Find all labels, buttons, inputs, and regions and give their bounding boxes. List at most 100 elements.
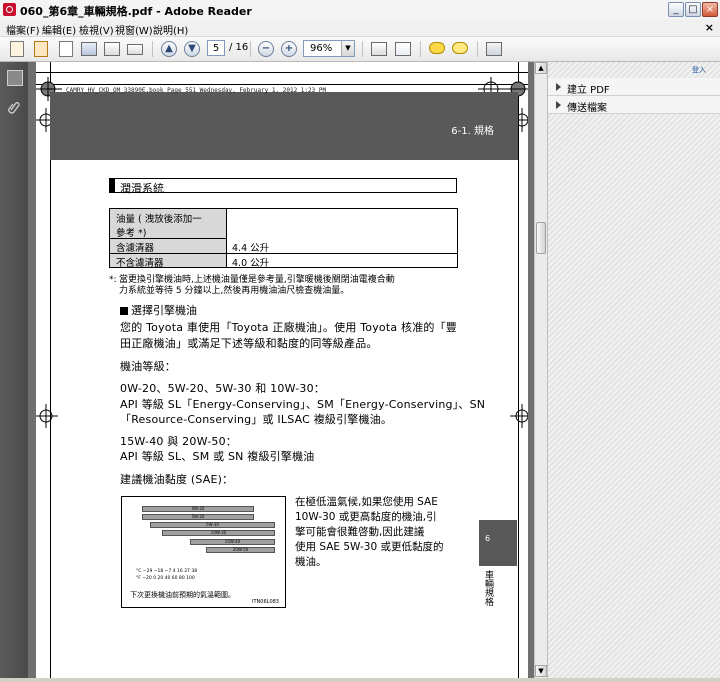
page-number-input[interactable]: 5 (207, 40, 225, 56)
window-title: 060_第6章_車輛規格.pdf - Adobe Reader (20, 5, 252, 18)
chart-caption: 下次更換機油前預期的氣溫範圍。 (130, 591, 235, 599)
menu-help[interactable]: 說明(H) (153, 22, 188, 37)
viscosity-bar: 10W-30 (162, 530, 275, 536)
read-mode-icon[interactable] (485, 40, 503, 58)
viscosity-bar: 0W-20 (142, 506, 254, 512)
scroll-down-icon[interactable]: ▼ (535, 665, 547, 677)
table-rule (110, 238, 226, 239)
note-marker: *: (109, 275, 117, 285)
toolbar-separator (250, 41, 251, 57)
next-page-icon[interactable]: ▼ (183, 40, 201, 58)
expand-arrow-icon (556, 101, 561, 109)
scroll-up-icon[interactable]: ▲ (535, 62, 547, 74)
menu-file[interactable]: 檔案(F) (6, 22, 40, 37)
note-line: 力系統並等待 5 分鐘以上,然後再用機油油尺檢查機油量。 (119, 286, 350, 296)
body-text-line: API 等級 SL、SM 或 SN 複級引擎機油 (120, 450, 315, 463)
save-icon[interactable] (80, 40, 98, 58)
side-text-line: 10W-30 或更高黏度的機油,引 (295, 511, 437, 523)
fit-width-icon[interactable] (394, 40, 412, 58)
document-area: 6-1. 規格 CAMRY_HV_CKD_OM_33890E.book Page… (28, 62, 534, 678)
zoom-out-icon[interactable]: − (257, 40, 275, 58)
oil-capacity-label: 油量 ( 洩放後添加一 (116, 214, 202, 225)
toolbar: ▲ ▼ − + 工具 簽署 注释 (0, 37, 720, 95)
oil-capacity-table: 油量 ( 洩放後添加一 參考 *) 含濾清器 4.4 公升 不含濾清器 4.0 … (109, 208, 458, 269)
close-document-icon[interactable]: × (705, 21, 714, 34)
zoom-value: 96% (310, 43, 333, 54)
section-title: 潤滑系統 (120, 182, 164, 195)
chapter-label: 車輛規格 (483, 570, 493, 606)
body-text-line: 您的 Toyota 車使用「Toyota 正廠機油」。使用 Toyota 核准的… (120, 321, 458, 334)
with-filter-value: 4.4 公升 (232, 243, 270, 254)
edit-document-icon[interactable] (57, 40, 75, 58)
panel-item-create-pdf[interactable]: 建立 PDF (548, 78, 720, 96)
page-total: / 16 (229, 42, 249, 53)
chapter-number: 6 (485, 534, 491, 543)
window-bottom-edge (0, 678, 720, 682)
menu-view[interactable]: 檢視(V) (79, 22, 114, 37)
comment-icon[interactable] (428, 40, 446, 58)
celsius-ticks: °C −29 −18 −7 4 16 27 38 (136, 569, 198, 574)
menu-bar: 檔案(F) 編輯(E) 檢視(V) 視窗(W) 說明(H) × (0, 20, 720, 37)
viscosity-bar: 20W-50 (206, 547, 275, 553)
side-text-line: 使用 SAE 5W-30 或更低黏度的 (295, 541, 444, 553)
scrollbar-thumb[interactable] (536, 222, 546, 254)
book-info-line: CAMRY_HV_CKD_OM_33890E.book Page 551 Wed… (66, 87, 327, 94)
without-filter-value: 4.0 公升 (232, 258, 270, 269)
login-link[interactable]: 登入 (692, 65, 706, 75)
figure-code: ITN06L083 (252, 599, 279, 605)
maximize-button[interactable]: □ (685, 2, 701, 17)
minimize-button[interactable]: _ (668, 2, 684, 17)
navigation-pane (0, 62, 28, 678)
note-line: 當更換引擎機油時,上述機油量僅是參考量,引擎暖機後關閉油電複合動 (119, 275, 395, 285)
body-text-line: 建議機油黏度 (SAE)： (120, 473, 234, 486)
toolbar-separator (362, 41, 363, 57)
page-thumbnails-icon[interactable] (7, 70, 23, 86)
zoom-in-icon[interactable]: + (280, 40, 298, 58)
email-icon[interactable] (126, 40, 144, 58)
toolbar-separator (152, 41, 153, 57)
panel-item-label: 傳送檔案 (567, 103, 607, 114)
section-heading: 潤滑系統 (109, 178, 457, 195)
menu-edit[interactable]: 編輯(E) (42, 22, 76, 37)
adobe-reader-window: 060_第6章_車輛規格.pdf - Adobe Reader _ □ × 檔案… (0, 0, 720, 682)
create-pdf-icon[interactable] (8, 40, 26, 58)
fit-page-icon[interactable] (370, 40, 388, 58)
print-icon[interactable] (103, 40, 121, 58)
toolbar-separator (477, 41, 478, 57)
body-text-line: 15W-40 與 20W-50： (120, 435, 237, 448)
with-filter-label: 含濾清器 (116, 243, 155, 254)
adobe-reader-icon (3, 3, 16, 16)
panel-item-send-file[interactable]: 傳送檔案 (548, 96, 720, 114)
page-header-band: 6-1. 規格 (50, 92, 518, 160)
page-header-title: 6-1. 規格 (451, 126, 494, 137)
panel-item-label: 建立 PDF (567, 85, 610, 96)
chapter-tab: 6 (479, 520, 517, 566)
viscosity-bar: 15W-40 (190, 539, 275, 545)
viscosity-chart: 0W-20 5W-20 5W-30 10W-30 15W-40 20W-50 °… (121, 496, 286, 608)
side-text-line: 機油。 (295, 556, 327, 568)
highlight-icon[interactable] (451, 40, 469, 58)
previous-page-icon[interactable]: ▲ (160, 40, 178, 58)
side-text-line: 擎可能會很難啓動,因此建議 (295, 526, 425, 538)
body-text-line: 「Resource-Conserving」或 ILSAC 複級引擎機油。 (120, 413, 393, 426)
close-button[interactable]: × (702, 2, 718, 17)
viscosity-bar: 5W-20 (142, 514, 254, 520)
attachment-icon[interactable] (7, 100, 21, 114)
fahrenheit-ticks: °F −20 0 20 40 60 80 100 (136, 576, 195, 581)
expand-arrow-icon (556, 83, 561, 91)
body-text-line: 0W-20、5W-20、5W-30 和 10W-30： (120, 382, 325, 395)
pdf-page: 6-1. 規格 CAMRY_HV_CKD_OM_33890E.book Page… (36, 62, 528, 678)
zoom-select[interactable]: 96% ▼ (303, 40, 355, 57)
chevron-down-icon[interactable]: ▼ (341, 41, 354, 56)
oil-capacity-label: 參考 *) (116, 228, 147, 239)
menu-window[interactable]: 視窗(W) (115, 22, 153, 37)
viscosity-bar: 5W-30 (150, 522, 275, 528)
open-file-icon[interactable] (32, 40, 50, 58)
vertical-scrollbar[interactable]: ▲ ▼ (534, 62, 547, 678)
without-filter-label: 不含濾清器 (116, 258, 164, 269)
body-text-line: 田正廠機油」或滿足下述等級和黏度的同等級產品。 (120, 337, 378, 350)
toolbar-separator (420, 41, 421, 57)
table-rule (110, 253, 457, 254)
body-text-line: API 等級 SL「Energy-Conserving」、SM「Energy-C… (120, 398, 486, 411)
body-text-line: 機油等級： (120, 360, 176, 373)
